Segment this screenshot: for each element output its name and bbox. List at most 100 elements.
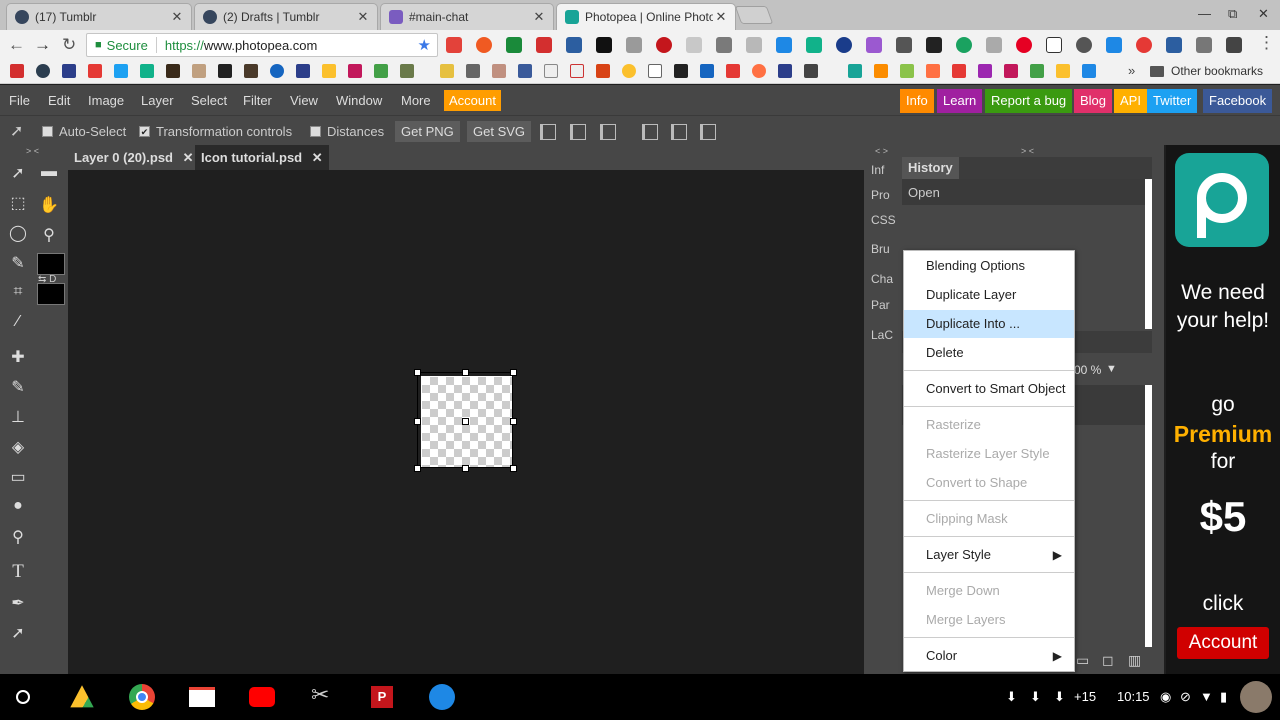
eraser-tool-icon[interactable]: ◈ bbox=[7, 437, 29, 459]
bookmark-icon[interactable] bbox=[36, 64, 50, 78]
crop-tool-icon[interactable]: ⌗ bbox=[7, 283, 29, 305]
bookmarks-overflow-icon[interactable]: » bbox=[1128, 63, 1135, 78]
info-panel-tab[interactable]: Inf bbox=[871, 163, 884, 177]
zoom-tool-icon[interactable]: ⚲ bbox=[38, 225, 60, 247]
gradient-tool-icon[interactable]: ▭ bbox=[7, 467, 29, 489]
extension-icon[interactable] bbox=[476, 37, 492, 53]
bookmark-icon[interactable] bbox=[114, 64, 128, 78]
bookmark-icon[interactable] bbox=[192, 64, 206, 78]
api-link[interactable]: API bbox=[1114, 89, 1147, 113]
transform-handle[interactable] bbox=[510, 418, 517, 425]
menu-item-blending-options[interactable]: Blending Options bbox=[904, 252, 1074, 280]
facebook-link[interactable]: Facebook bbox=[1203, 89, 1273, 113]
extension-icon[interactable] bbox=[746, 37, 762, 53]
bookmark-icon[interactable] bbox=[400, 64, 414, 78]
bookmark-icon[interactable] bbox=[466, 64, 480, 78]
transform-handle[interactable] bbox=[414, 369, 421, 376]
bookmark-icon[interactable] bbox=[140, 64, 154, 78]
new-group-folder-icon[interactable]: ▭ bbox=[1076, 652, 1089, 669]
menu-select[interactable]: Select bbox=[191, 93, 227, 108]
paragraph-panel-tab[interactable]: Par bbox=[871, 298, 890, 312]
bookmark-icon[interactable] bbox=[778, 64, 792, 78]
hand-tool-icon[interactable]: ✋ bbox=[38, 195, 60, 217]
bookmark-icon[interactable] bbox=[674, 64, 688, 78]
adblock-icon[interactable] bbox=[656, 37, 672, 53]
brush-tool-icon[interactable]: ✎ bbox=[7, 377, 29, 399]
menu-image[interactable]: Image bbox=[88, 93, 124, 108]
blog-link[interactable]: Blog bbox=[1074, 89, 1113, 113]
bookmark-icon[interactable] bbox=[926, 64, 940, 78]
css-panel-tab[interactable]: CSS bbox=[871, 213, 896, 227]
rectangle-shape-tool-icon[interactable]: ▬ bbox=[38, 163, 60, 185]
download-icon[interactable]: ⬇ bbox=[1030, 689, 1041, 705]
bookmark-icon[interactable] bbox=[440, 64, 454, 78]
extension-icon[interactable] bbox=[896, 37, 912, 53]
distances-checkbox[interactable] bbox=[310, 126, 321, 137]
bookmark-icon[interactable] bbox=[570, 64, 584, 78]
doc-tab-layer0[interactable]: Layer 0 (20).psd ✕ bbox=[68, 145, 200, 170]
transform-handle[interactable] bbox=[510, 465, 517, 472]
wifi-icon[interactable]: ▼ bbox=[1200, 689, 1213, 704]
new-tab-button[interactable] bbox=[734, 6, 774, 24]
transform-handle[interactable] bbox=[462, 465, 469, 472]
download-icon[interactable] bbox=[1106, 37, 1122, 53]
address-bar[interactable]: ■ Secure https:// www.photopea.com ★ bbox=[86, 33, 438, 57]
menu-kebab-icon[interactable]: ⋮ bbox=[1258, 33, 1275, 53]
bookmark-icon[interactable] bbox=[1056, 64, 1070, 78]
opera-icon[interactable] bbox=[1136, 37, 1152, 53]
browser-tab-tumblr[interactable]: (17) Tumblr ✕ bbox=[6, 3, 192, 30]
rectangle-select-tool-icon[interactable]: ⬚ bbox=[7, 193, 29, 215]
bookmark-icon[interactable] bbox=[700, 64, 714, 78]
youtube-icon[interactable] bbox=[249, 687, 275, 707]
close-doc-icon[interactable]: ✕ bbox=[312, 150, 323, 165]
doc-tab-icon-tutorial[interactable]: Icon tutorial.psd ✕ bbox=[195, 145, 329, 170]
minimize-icon[interactable]: — bbox=[1198, 6, 1211, 21]
align-middle-icon[interactable] bbox=[671, 124, 687, 140]
bookmark-icon[interactable] bbox=[848, 64, 862, 78]
twitter-link[interactable]: Twitter bbox=[1147, 89, 1198, 113]
align-top-icon[interactable] bbox=[642, 124, 658, 140]
history-tab[interactable]: History bbox=[902, 157, 959, 179]
gmail-extension-icon[interactable] bbox=[536, 37, 552, 53]
clock[interactable]: 10:15 bbox=[1117, 689, 1150, 704]
menu-file[interactable]: File bbox=[9, 93, 30, 108]
bookmark-icon[interactable] bbox=[874, 64, 888, 78]
other-bookmarks[interactable]: Other bookmarks bbox=[1150, 64, 1263, 78]
reload-icon[interactable]: ↻ bbox=[62, 35, 76, 55]
move-tool-icon[interactable]: ➚ bbox=[7, 163, 29, 185]
close-tab-icon[interactable]: ✕ bbox=[531, 9, 547, 25]
dodge-tool-icon[interactable]: ⚲ bbox=[7, 527, 29, 549]
report-bug-link[interactable]: Report a bug bbox=[985, 89, 1073, 113]
bookmark-icon[interactable] bbox=[544, 64, 558, 78]
bookmark-icon[interactable] bbox=[88, 64, 102, 78]
bookmark-icon[interactable] bbox=[218, 64, 232, 78]
get-png-button[interactable]: Get PNG bbox=[395, 121, 460, 142]
bookmark-icon[interactable] bbox=[978, 64, 992, 78]
bookmark-icon[interactable] bbox=[622, 64, 636, 78]
bookmark-icon[interactable] bbox=[374, 64, 388, 78]
folder-icon[interactable] bbox=[804, 64, 818, 78]
pen-tool-icon[interactable]: ✒ bbox=[7, 593, 29, 615]
layer-comps-panel-tab[interactable]: LaC bbox=[871, 328, 893, 342]
launcher-icon[interactable] bbox=[16, 690, 30, 704]
notification-count[interactable]: +15 bbox=[1074, 689, 1096, 704]
new-layer-icon[interactable]: ◻ bbox=[1102, 652, 1114, 669]
extension-icon[interactable] bbox=[596, 37, 612, 53]
transformation-controls-checkbox[interactable]: ✔ bbox=[139, 126, 150, 137]
google-drive-icon[interactable] bbox=[70, 685, 94, 708]
battery-icon[interactable]: ▮ bbox=[1220, 689, 1227, 705]
bookmark-icon[interactable] bbox=[348, 64, 362, 78]
align-left-icon[interactable] bbox=[540, 124, 556, 140]
transform-handle[interactable] bbox=[414, 465, 421, 472]
bookmark-icon[interactable] bbox=[296, 64, 310, 78]
bookmark-icon[interactable] bbox=[726, 64, 740, 78]
menu-layer[interactable]: Layer bbox=[141, 93, 174, 108]
bookmark-icon[interactable] bbox=[244, 64, 258, 78]
do-not-disturb-icon[interactable]: ⊘ bbox=[1180, 689, 1191, 705]
bookmark-icon[interactable] bbox=[1082, 64, 1096, 78]
collapse-panels-icon[interactable]: > < bbox=[1021, 146, 1034, 156]
gmail-icon[interactable] bbox=[189, 687, 215, 707]
swap-colors-icon[interactable]: ⇆ D bbox=[38, 274, 56, 285]
close-tab-icon[interactable]: ✕ bbox=[713, 9, 729, 25]
background-color-swatch[interactable] bbox=[37, 283, 65, 305]
